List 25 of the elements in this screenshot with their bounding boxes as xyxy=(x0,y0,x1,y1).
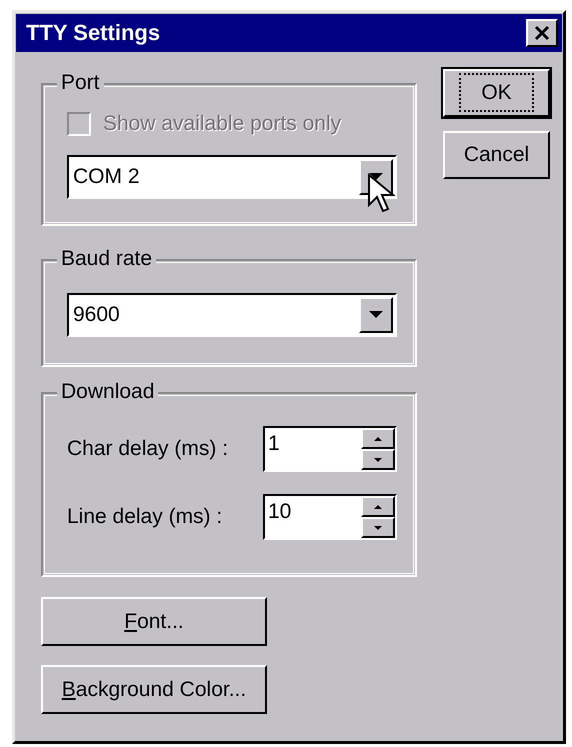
up-arrow-icon xyxy=(374,436,382,440)
caret-icon xyxy=(369,311,383,319)
checkbox-label: Show available ports only xyxy=(103,112,342,136)
spin-up-button[interactable] xyxy=(361,496,395,517)
mouse-pointer-icon xyxy=(367,173,397,215)
spin-down-button[interactable] xyxy=(361,449,395,470)
dialog-button[interactable]: Font... xyxy=(41,597,267,646)
spin-field[interactable]: 1 xyxy=(263,426,397,472)
spin-down-button[interactable] xyxy=(361,517,395,538)
close-icon xyxy=(533,25,551,41)
field-label: Line delay (ms) : xyxy=(67,505,222,529)
down-arrow-icon xyxy=(374,526,382,530)
close-button[interactable] xyxy=(526,19,558,47)
dropdown-button[interactable] xyxy=(359,297,393,333)
field-label: Char delay (ms) : xyxy=(67,437,228,461)
dialog-button[interactable]: OK xyxy=(443,69,550,117)
dialog-button[interactable]: Background Color... xyxy=(41,665,267,714)
dialog-button[interactable]: Cancel xyxy=(443,131,550,179)
window-title: TTY Settings xyxy=(26,20,160,46)
down-arrow-icon xyxy=(374,458,382,462)
up-arrow-icon xyxy=(374,504,382,508)
spin-field[interactable]: 10 xyxy=(263,494,397,540)
baud-rate-dropdown[interactable]: 9600 xyxy=(67,293,397,337)
spin-up-button[interactable] xyxy=(361,428,395,449)
caret-icon xyxy=(369,173,383,181)
